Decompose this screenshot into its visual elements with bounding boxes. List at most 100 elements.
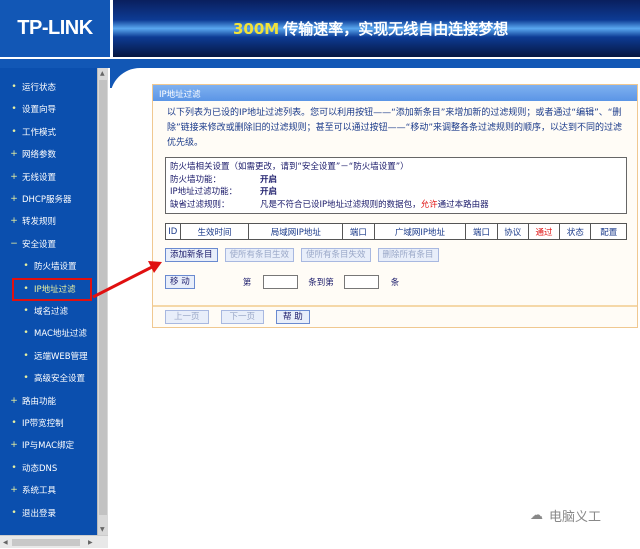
sidebar-item[interactable]: • 设置向导	[0, 100, 97, 118]
wechat-icon: ☁	[530, 508, 543, 523]
bullet-icon: •	[11, 462, 17, 473]
move-from-input[interactable]	[263, 275, 299, 289]
prev-page-button[interactable]: 上一页	[165, 310, 209, 324]
column-header: 广域网IP地址	[373, 223, 467, 240]
description: 以下列表为已设的IP地址过滤列表。您可以利用按钮——“添加新条目”来增加新的过滤…	[167, 108, 622, 148]
sidebar-item-label: 系统工具	[22, 486, 57, 497]
column-header: ID	[165, 223, 181, 240]
firewall-heading: 防火墙相关设置（如需更改，请到“安全设置”－“防火墙设置”）	[170, 162, 409, 172]
banner: 300M 传输速率，实现无线自由连接梦想	[113, 0, 640, 57]
add-entry-button[interactable]: 添加新条目	[165, 248, 218, 262]
bullet-icon: •	[23, 350, 29, 361]
sidebar-item-label: 安全设置	[22, 239, 57, 250]
scroll-right-icon[interactable]: ▶	[88, 539, 93, 546]
sidebar-item-label: 高级安全设置	[34, 374, 86, 385]
move-to-label: 条到第	[308, 278, 334, 288]
bullet-icon: +	[10, 440, 18, 451]
sidebar-item-label: 转发规则	[22, 217, 57, 228]
bullet-icon: +	[10, 395, 18, 406]
bullet-icon: •	[23, 261, 29, 272]
sidebar-item[interactable]: + IP与MAC绑定	[0, 436, 97, 454]
ip-filter-label: IP地址过滤功能：	[170, 187, 238, 197]
sidebar-item[interactable]: • MAC地址过滤	[0, 324, 97, 342]
scroll-left-icon[interactable]: ◀	[3, 539, 8, 546]
sidebar-item-label: 工作模式	[22, 127, 57, 138]
sidebar-item-label: 防火墙设置	[34, 262, 77, 273]
filter-table: ID 生效时间 局域网IP地址 端口 广域网IP地址 端口 协议 通过 状态 配置	[165, 223, 627, 240]
sidebar-item[interactable]: • 工作模式	[0, 123, 97, 141]
column-header: 端口	[465, 223, 498, 240]
sidebar-item[interactable]: + 路由功能	[0, 392, 97, 410]
delete-all-button[interactable]: 删除所有条目	[377, 248, 439, 262]
default-rule-label: 缺省过滤规则：	[170, 199, 230, 210]
sidebar-item-label: 无线设置	[22, 172, 57, 183]
bullet-icon: +	[10, 216, 18, 227]
sidebar-item-label: 动态DNS	[22, 463, 58, 474]
sidebar-item[interactable]: • 域名过滤	[0, 302, 97, 320]
next-page-button[interactable]: 下一页	[220, 310, 265, 324]
sidebar-item[interactable]: • 退出登录	[0, 504, 97, 522]
sidebar-item-label: 网络参数	[22, 150, 57, 161]
firewall-settings-box: 防火墙相关设置（如需更改，请到“安全设置”－“防火墙设置”） 防火墙功能： 开启 …	[165, 157, 627, 214]
sidebar-item[interactable]: + 无线设置	[0, 168, 97, 186]
sidebar-item[interactable]: • 高级安全设置	[0, 369, 97, 387]
watermark-text: 电脑义工	[549, 510, 602, 525]
scroll-down-icon[interactable]: ▼	[100, 526, 105, 533]
move-to-input[interactable]	[343, 275, 379, 289]
move-from-label: 第	[242, 278, 252, 288]
sidebar-item[interactable]: + 系统工具	[0, 481, 97, 499]
bullet-icon: +	[10, 485, 18, 496]
sidebar-item[interactable]: + DHCP服务器	[0, 190, 97, 208]
header: TP-LINK 300M 传输速率，实现无线自由连接梦想	[0, 0, 640, 57]
bullet-icon: •	[23, 373, 29, 384]
move-unit-label: 条	[390, 278, 400, 288]
column-header: 局域网IP地址	[248, 223, 344, 240]
bullet-icon: •	[23, 306, 29, 316]
bullet-icon: •	[11, 507, 17, 518]
sidebar-item[interactable]: • 防火墙设置	[0, 257, 97, 275]
sidebar-item-label: DHCP服务器	[22, 195, 72, 205]
bullet-icon: •	[11, 82, 17, 92]
default-rule-allow: 允许	[420, 199, 438, 210]
disable-all-button[interactable]: 使所有条目失效	[301, 248, 371, 262]
column-header: 通过	[527, 223, 561, 240]
ip-filter-panel: IP地址过滤 以下列表为已设的IP地址过滤列表。您可以利用按钮——“添加新条目”…	[152, 84, 638, 328]
scroll-thumb[interactable]	[12, 539, 80, 546]
bullet-icon: •	[11, 104, 17, 115]
banner-text: 传输速率，实现无线自由连接梦想	[283, 20, 509, 38]
sidebar-item-label: IP带宽控制	[22, 419, 64, 429]
column-header: 协议	[496, 223, 529, 240]
column-header: 端口	[342, 223, 375, 240]
bullet-icon: •	[11, 126, 17, 137]
sidebar-item[interactable]: • 动态DNS	[0, 459, 97, 477]
table-header-row: ID 生效时间 局域网IP地址 端口 广域网IP地址 端口 协议 通过 状态 配置	[165, 223, 627, 240]
sidebar-item[interactable]: + 转发规则	[0, 212, 97, 230]
sidebar-item[interactable]: • IP带宽控制	[0, 414, 97, 432]
column-header: 状态	[559, 223, 592, 240]
default-rule-pre: 凡是不符合已设IP地址过滤规则的数据包，	[260, 199, 421, 210]
sidebar-item[interactable]: − 安全设置	[0, 235, 97, 253]
sidebar-item-label: 域名过滤	[34, 307, 69, 317]
tp-link-logo: TP-LINK	[0, 0, 110, 57]
sidebar-item-label: 退出登录	[22, 508, 57, 519]
bullet-icon: +	[10, 149, 18, 160]
firewall-value: 开启	[260, 174, 278, 185]
sidebar-item[interactable]: • 运行状态	[0, 78, 97, 96]
ip-filter-value: 开启	[260, 187, 278, 197]
sidebar-item-label: IP与MAC绑定	[22, 441, 75, 452]
sidebar-item-label: 运行状态	[22, 83, 57, 93]
watermark: ☁ 电脑义工	[530, 506, 601, 525]
bullet-icon: •	[11, 418, 17, 428]
scroll-up-icon[interactable]: ▲	[100, 70, 105, 77]
sidebar-horizontal-scrollbar[interactable]: ◀ ▶	[0, 535, 108, 548]
sidebar-item[interactable]: + 网络参数	[0, 145, 97, 163]
default-rule-post: 通过本路由器	[437, 199, 489, 210]
help-button[interactable]: 帮 助	[276, 310, 310, 324]
red-arrow-annotation	[92, 261, 162, 299]
sidebar-item-label: 设置向导	[22, 105, 57, 116]
column-header: 生效时间	[179, 223, 250, 240]
sidebar-item[interactable]: • 远端WEB管理	[0, 347, 97, 365]
sidebar-item-label: MAC地址过滤	[34, 329, 87, 340]
enable-all-button[interactable]: 使所有条目生效	[224, 248, 295, 262]
sidebar-item-label: 路由功能	[22, 396, 57, 407]
